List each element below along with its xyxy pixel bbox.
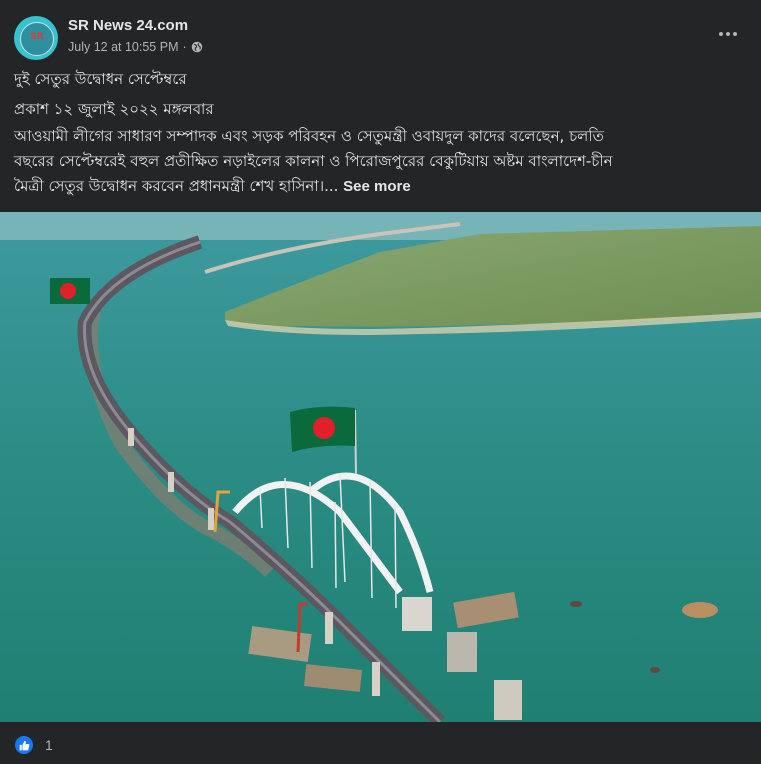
meta-separator: · (182, 40, 187, 54)
boat (650, 667, 660, 673)
avatar-logo-text: SR (30, 32, 44, 42)
boat (570, 601, 582, 607)
post-footer (0, 722, 761, 764)
facebook-post: SR SR News 24.com July 12 at 10:55 PM · … (0, 0, 761, 764)
post-timestamp[interactable]: July 12 at 10:55 PM (68, 40, 178, 54)
more-options-button[interactable] (713, 24, 743, 44)
construction-tower (447, 632, 477, 672)
bridge-photo (0, 212, 761, 722)
post-published-date: প্রকাশ ১২ জুলাই ২০২২ মঙ্গলবার (14, 100, 214, 118)
reaction-count[interactable]: 1 (45, 737, 53, 753)
construction-tower (494, 680, 522, 720)
like-icon[interactable] (15, 736, 33, 754)
post-headline: দুই সেতুর উদ্বোধন সেপ্টেম্বরে (14, 70, 187, 88)
post-body-line: আওয়ামী লীগের সাধারণ সম্পাদক এবং সড়ক পর… (14, 127, 604, 145)
more-horizontal-icon (726, 32, 730, 36)
post-header: SR SR News 24.com July 12 at 10:55 PM · (0, 0, 761, 66)
post-meta: July 12 at 10:55 PM · (68, 40, 203, 54)
see-more-link[interactable]: See more (343, 178, 411, 195)
post-body: আওয়ামী লীগের সাধারণ সম্পাদক এবং সড়ক পর… (14, 124, 749, 199)
post-body-line: মৈত্রী সেতুর উদ্বোধন করবেন প্রধানমন্ত্রী… (14, 177, 339, 195)
more-horizontal-icon (733, 32, 737, 36)
more-horizontal-icon (719, 32, 723, 36)
boat (682, 602, 718, 618)
bangladesh-flag (50, 278, 90, 304)
page-name-link[interactable]: SR News 24.com (68, 17, 188, 34)
page-avatar[interactable]: SR (14, 16, 58, 60)
post-photo[interactable] (0, 212, 761, 722)
avatar-logo: SR (20, 22, 54, 56)
arch-tower (402, 597, 432, 631)
thumbs-up-icon (19, 740, 29, 750)
post-body-line-last: মৈত্রী সেতুর উদ্বোধন করবেন প্রধানমন্ত্রী… (14, 174, 749, 199)
globe-icon[interactable] (191, 41, 203, 53)
post-body-line: বছরের সেপ্টেম্বরেই বহুল প্রতীক্ষিত নড়াই… (14, 152, 613, 170)
